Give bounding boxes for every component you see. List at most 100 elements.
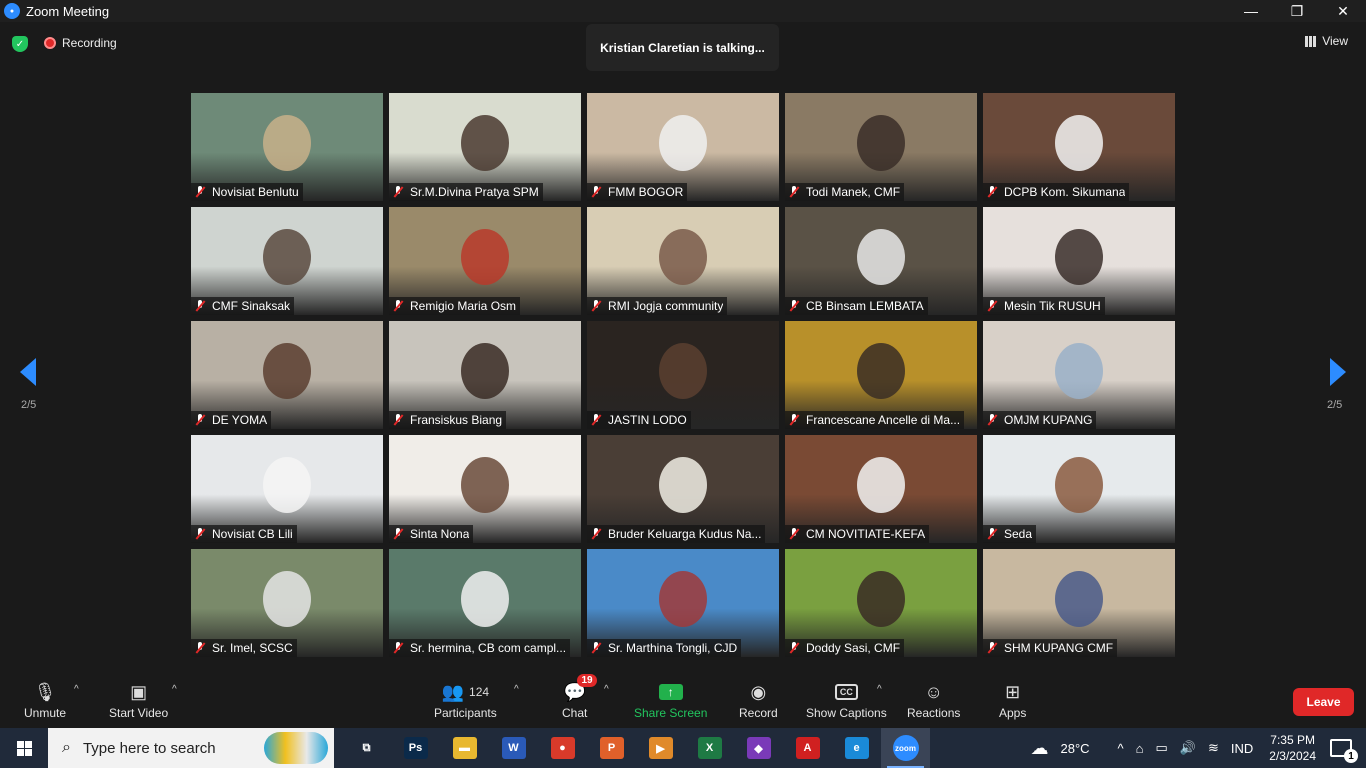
taskbar-search-box[interactable]: ⌕ Type here to search	[48, 728, 334, 768]
windows-start-icon[interactable]	[0, 728, 48, 768]
video-tile[interactable]: Mesin Tik RUSUH	[983, 207, 1175, 315]
view-button[interactable]: View	[1305, 34, 1348, 48]
share-screen-button[interactable]: ↑ Share Screen	[634, 680, 707, 720]
active-speaker-banner: Kristian Claretian is talking...	[586, 24, 779, 71]
chat-button[interactable]: 💬 19 Chat	[562, 674, 597, 720]
leave-button[interactable]: Leave	[1293, 688, 1354, 716]
excel-icon: X	[697, 737, 722, 759]
video-tile[interactable]: Sr. Marthina Tongli, CJD	[587, 549, 779, 657]
audio-options-caret-icon[interactable]: ^	[74, 684, 79, 695]
participant-name-bar: DE YOMA	[191, 411, 272, 429]
page-indicator-right: 2/5	[1327, 399, 1343, 411]
video-tile[interactable]: Francescane Ancelle di Ma...	[785, 321, 977, 429]
reactions-button[interactable]: ☺ Reactions	[907, 680, 961, 721]
video-tile[interactable]: FMM BOGOR	[587, 93, 779, 201]
muted-mic-icon	[195, 300, 205, 312]
taskbar-app[interactable]: e	[832, 728, 881, 768]
participant-name: SHM KUPANG CMF	[1004, 641, 1114, 655]
taskbar-app[interactable]: W	[489, 728, 538, 768]
video-tile[interactable]: Novisiat Benlutu	[191, 93, 383, 201]
video-tile[interactable]: Sr. Imel, SCSC	[191, 549, 383, 657]
video-tile[interactable]: Remigio Maria Osm	[389, 207, 581, 315]
muted-mic-icon	[987, 186, 997, 198]
taskbar-clock[interactable]: 7:35 PM 2/3/2024	[1269, 732, 1316, 764]
muted-mic-icon	[393, 414, 403, 426]
video-tile[interactable]: Sinta Nona	[389, 435, 581, 543]
security-shield-icon[interactable]	[12, 36, 28, 52]
taskbar-app[interactable]: X	[685, 728, 734, 768]
minimize-button[interactable]: —	[1228, 0, 1274, 22]
chat-label: Chat	[562, 706, 588, 720]
video-tile[interactable]: Sr.M.Divina Pratya SPM	[389, 93, 581, 201]
video-tile[interactable]: Bruder Keluarga Kudus Na...	[587, 435, 779, 543]
muted-mic-icon	[987, 300, 997, 312]
taskbar-app[interactable]: P	[587, 728, 636, 768]
record-button[interactable]: ◉ Record	[739, 680, 778, 721]
language-indicator[interactable]: IND	[1231, 741, 1253, 756]
notification-center-icon[interactable]: 1	[1330, 739, 1358, 763]
video-off-icon: ▣	[130, 681, 148, 702]
window-controls: — ❐ ✕	[1228, 0, 1366, 22]
previous-page-arrow-icon[interactable]	[20, 358, 36, 386]
taskbar-app[interactable]: ◆	[734, 728, 783, 768]
participants-button[interactable]: 👥 124 Participants	[434, 680, 497, 721]
video-tile[interactable]: CM NOVITIATE-KEFA	[785, 435, 977, 543]
participant-name: Francescane Ancelle di Ma...	[806, 413, 961, 427]
participant-name: Todi Manek, CMF	[806, 185, 901, 199]
taskbar-app[interactable]: ●	[538, 728, 587, 768]
video-tile[interactable]: Sr. hermina, CB com campl...	[389, 549, 581, 657]
video-tile[interactable]: DE YOMA	[191, 321, 383, 429]
muted-mic-icon	[195, 528, 205, 540]
taskbar-app[interactable]: Ps	[391, 728, 440, 768]
taskbar-app[interactable]: zoom	[881, 728, 930, 768]
video-tile[interactable]: Novisiat CB Lili	[191, 435, 383, 543]
captions-caret-icon[interactable]: ^	[877, 684, 882, 695]
participants-caret-icon[interactable]: ^	[514, 684, 519, 695]
close-button[interactable]: ✕	[1320, 0, 1366, 22]
network-icon[interactable]: ⌂	[1136, 741, 1144, 756]
start-video-button[interactable]: ▣ Start Video	[109, 680, 168, 721]
show-captions-label: Show Captions	[806, 706, 887, 720]
participant-name: Remigio Maria Osm	[410, 299, 517, 313]
video-tile[interactable]: Todi Manek, CMF	[785, 93, 977, 201]
video-tile[interactable]: DCPB Kom. Sikumana	[983, 93, 1175, 201]
participants-count: 124	[469, 685, 490, 699]
presentation-icon: P	[599, 737, 624, 759]
video-gallery: Novisiat Benlutu Sr.M.Divina Pratya SPM FM…	[191, 93, 1175, 657]
participant-name: CM NOVITIATE-KEFA	[806, 527, 926, 541]
video-tile[interactable]: JASTIN LODO	[587, 321, 779, 429]
taskbar-app[interactable]: ▶	[636, 728, 685, 768]
muted-mic-icon	[789, 186, 799, 198]
recording-indicator[interactable]: Recording	[44, 36, 117, 50]
volume-icon[interactable]: 🔊	[1180, 740, 1196, 756]
weather-temperature[interactable]: 28°C	[1060, 741, 1089, 756]
video-tile[interactable]: OMJM KUPANG	[983, 321, 1175, 429]
video-options-caret-icon[interactable]: ^	[172, 684, 177, 695]
video-tile[interactable]: RMI Jogja community	[587, 207, 779, 315]
taskbar-app[interactable]: ⧉	[342, 728, 391, 768]
show-captions-button[interactable]: CC Show Captions	[806, 680, 887, 720]
participant-figure	[461, 343, 509, 399]
reactions-label: Reactions	[907, 706, 961, 720]
taskbar-app[interactable]: ▬	[440, 728, 489, 768]
participant-name: FMM BOGOR	[608, 185, 684, 199]
wifi-icon[interactable]: ≋	[1208, 740, 1219, 756]
video-tile[interactable]: Seda	[983, 435, 1175, 543]
video-tile[interactable]: CB Binsam LEMBATA	[785, 207, 977, 315]
chat-caret-icon[interactable]: ^	[604, 684, 609, 695]
video-tile[interactable]: Fransiskus Biang	[389, 321, 581, 429]
video-tile[interactable]: CMF Sinaksak	[191, 207, 383, 315]
unmute-button[interactable]: 🎙 Unmute	[24, 680, 66, 721]
recording-label: Recording	[62, 36, 117, 50]
apps-label: Apps	[999, 706, 1027, 720]
apps-button[interactable]: ⊞ Apps	[999, 680, 1027, 721]
next-page-arrow-icon[interactable]	[1330, 358, 1346, 386]
maximize-button[interactable]: ❐	[1274, 0, 1320, 22]
apps-icon: ⊞	[1005, 681, 1021, 702]
meeting-toolbar: 🎙 Unmute ^ ▣ Start Video ^ 👥 124 Partici…	[0, 670, 1366, 728]
battery-icon[interactable]: ▭	[1156, 740, 1168, 756]
show-hidden-icons-chevron-icon[interactable]: ^	[1118, 741, 1124, 756]
video-tile[interactable]: SHM KUPANG CMF	[983, 549, 1175, 657]
video-tile[interactable]: Doddy Sasi, CMF	[785, 549, 977, 657]
taskbar-app[interactable]: A	[783, 728, 832, 768]
